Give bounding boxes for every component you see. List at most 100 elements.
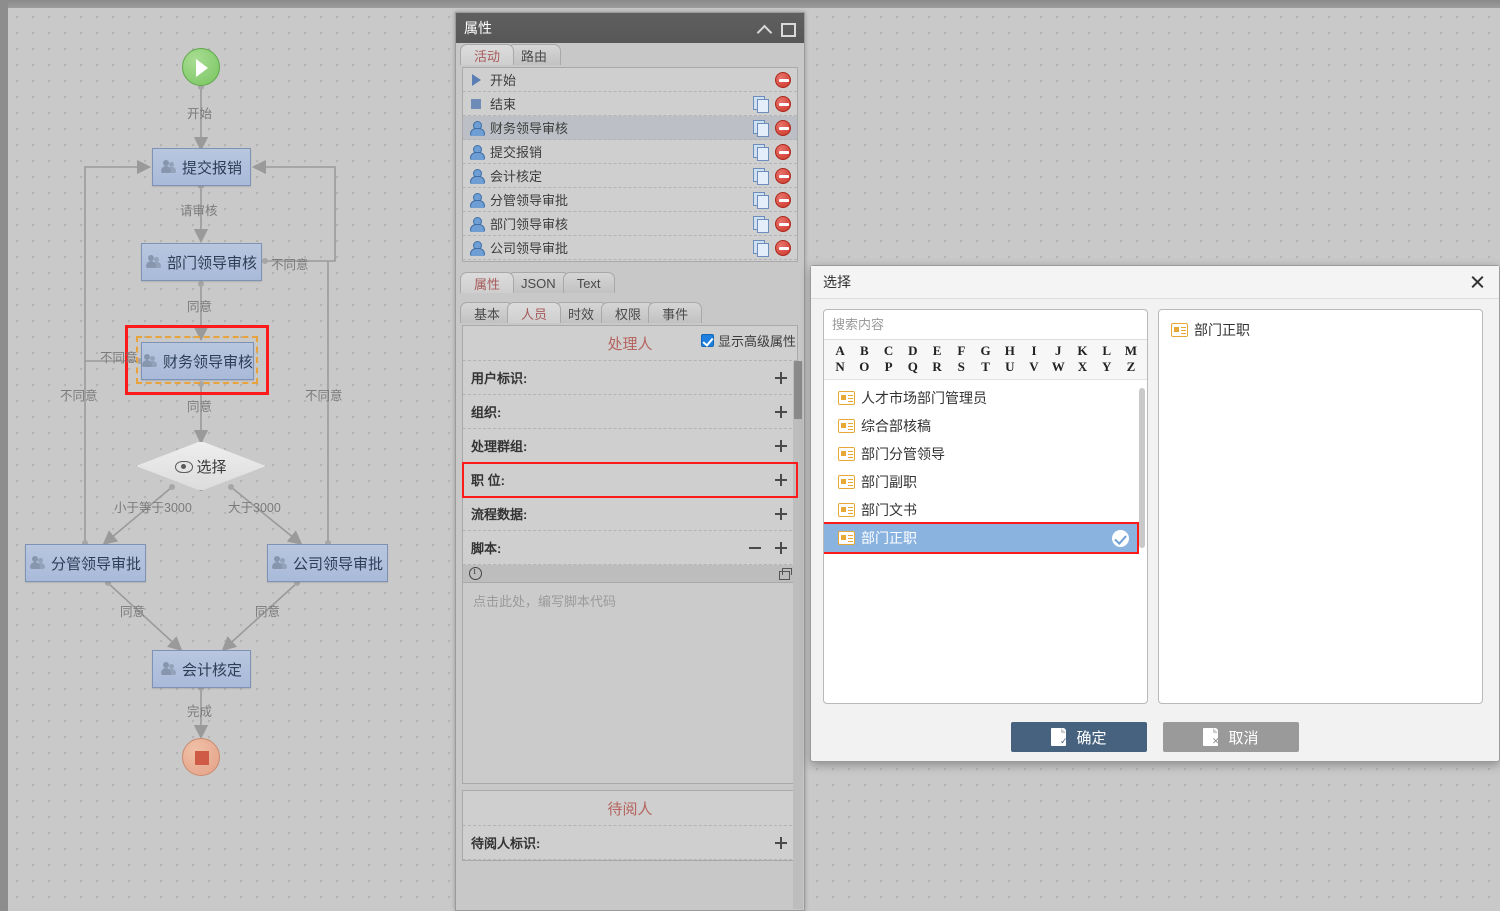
tab-activities[interactable]: 活动 [460,44,514,65]
list-item[interactable]: 部门副职 [824,468,1147,496]
tab-properties[interactable]: 属性 [460,272,514,293]
copy-icon[interactable] [753,192,769,208]
list-item[interactable]: 部门文书 [824,496,1147,524]
copy-icon[interactable] [753,144,769,160]
delete-icon[interactable] [775,72,791,88]
alpha-U[interactable]: U [998,359,1022,375]
alpha-P[interactable]: P [876,359,900,375]
activity-row[interactable]: 公司领导审批 [463,236,797,260]
field-row-script[interactable]: 脚本: [463,531,797,565]
activity-row[interactable]: 分管领导审批 [463,188,797,212]
alpha-Z[interactable]: Z [1119,359,1143,375]
delete-icon[interactable] [775,120,791,136]
alpha-L[interactable]: L [1095,343,1119,359]
list-scrollbar-thumb[interactable] [1139,388,1145,548]
expand-icon[interactable] [777,567,791,581]
search-input[interactable] [832,317,1139,332]
activity-row[interactable]: 选择 [463,260,797,262]
tab-text[interactable]: Text [563,272,615,293]
copy-icon[interactable] [753,168,769,184]
flow-task-finance-review[interactable]: 财务领导审核 [141,342,254,380]
copy-icon[interactable] [753,96,769,112]
activity-list[interactable]: 开始 结束 财务领导审核 提交报销 会计核定 [462,67,798,262]
alpha-N[interactable]: N [828,359,852,375]
field-row-organization[interactable]: 组织: [463,395,797,429]
add-icon[interactable] [773,540,789,556]
properties-scrollbar[interactable] [793,361,803,909]
flow-task-ceo-approve[interactable]: 公司领导审批 [267,544,388,582]
flow-start-node[interactable] [182,48,220,86]
tab-basic[interactable]: 基本 [460,302,514,323]
alpha-V[interactable]: V [1022,359,1046,375]
delete-icon[interactable] [775,192,791,208]
alpha-Y[interactable]: Y [1095,359,1119,375]
delete-icon[interactable] [775,240,791,256]
alpha-M[interactable]: M [1119,343,1143,359]
search-row[interactable] [824,310,1147,340]
tab-personnel[interactable]: 人员 [507,302,561,323]
copy-icon[interactable] [753,240,769,256]
activity-row[interactable]: 会计核定 [463,164,797,188]
alpha-I[interactable]: I [1022,343,1046,359]
flow-task-accounting[interactable]: 会计核定 [152,650,251,688]
activity-row[interactable]: 结束 [463,92,797,116]
copy-icon[interactable] [753,120,769,136]
alpha-J[interactable]: J [1046,343,1070,359]
tab-json[interactable]: JSON [507,272,570,293]
field-row-user-id[interactable]: 用户标识: [463,361,797,395]
script-editor[interactable]: 点击此处，编写脚本代码 [463,583,797,783]
alpha-S[interactable]: S [949,359,973,375]
alpha-E[interactable]: E [925,343,949,359]
list-item[interactable]: 人才市场部门管理员 [824,384,1147,412]
alpha-K[interactable]: K [1070,343,1094,359]
alpha-R[interactable]: R [925,359,949,375]
list-item[interactable]: 部门分管领导 [824,440,1147,468]
alpha-O[interactable]: O [852,359,876,375]
list-item-selected[interactable]: 部门正职 [824,524,1137,552]
list-item[interactable]: 综合部核稿 [824,412,1147,440]
add-icon[interactable] [773,370,789,386]
alpha-D[interactable]: D [901,343,925,359]
alpha-Q[interactable]: Q [901,359,925,375]
maximize-icon[interactable] [778,19,796,37]
alpha-C[interactable]: C [876,343,900,359]
alpha-A[interactable]: A [828,343,852,359]
show-advanced-properties-checkbox[interactable]: 显示高级属性 [701,331,796,350]
delete-icon[interactable] [775,96,791,112]
activity-row[interactable]: 开始 [463,68,797,92]
alpha-B[interactable]: B [852,343,876,359]
flow-task-dept-review[interactable]: 部门领导审核 [141,243,262,281]
field-row-handler-group[interactable]: 处理群组: [463,429,797,463]
add-icon[interactable] [773,835,789,851]
alpha-G[interactable]: G [973,343,997,359]
field-row-process-data[interactable]: 流程数据: [463,497,797,531]
selected-item[interactable]: 部门正职 [1167,316,1474,344]
tab-permissions[interactable]: 权限 [601,302,655,323]
close-icon[interactable] [1467,272,1487,292]
add-icon[interactable] [773,438,789,454]
delete-icon[interactable] [775,144,791,160]
confirm-button[interactable]: ✓ 确定 [1011,722,1147,752]
activity-row[interactable]: 部门领导审核 [463,212,797,236]
activity-row-selected[interactable]: 财务领导审核 [463,116,797,140]
field-row-reader-id[interactable]: 待阅人标识: [463,826,797,860]
flow-gateway-choice[interactable]: 选择 [136,441,266,491]
add-icon[interactable] [773,472,789,488]
tab-events[interactable]: 事件 [648,302,702,323]
activity-row[interactable]: 提交报销 [463,140,797,164]
field-row-position[interactable]: 职 位: [463,463,797,497]
alpha-X[interactable]: X [1070,359,1094,375]
tab-routes[interactable]: 路由 [507,44,561,65]
alpha-W[interactable]: W [1046,359,1070,375]
scrollbar-thumb[interactable] [794,361,802,419]
delete-icon[interactable] [775,216,791,232]
copy-icon[interactable] [753,216,769,232]
cancel-button[interactable]: ✕ 取消 [1163,722,1299,752]
alpha-H[interactable]: H [998,343,1022,359]
flow-task-submit[interactable]: 提交报销 [152,148,251,186]
delete-icon[interactable] [775,168,791,184]
remove-icon[interactable] [747,540,763,556]
flow-task-vp-approve[interactable]: 分管领导审批 [25,544,146,582]
option-list[interactable]: 人才市场部门管理员 综合部核稿 部门分管领导 部门副职 部门文书 [824,384,1147,703]
checkbox-icon[interactable] [701,334,714,347]
